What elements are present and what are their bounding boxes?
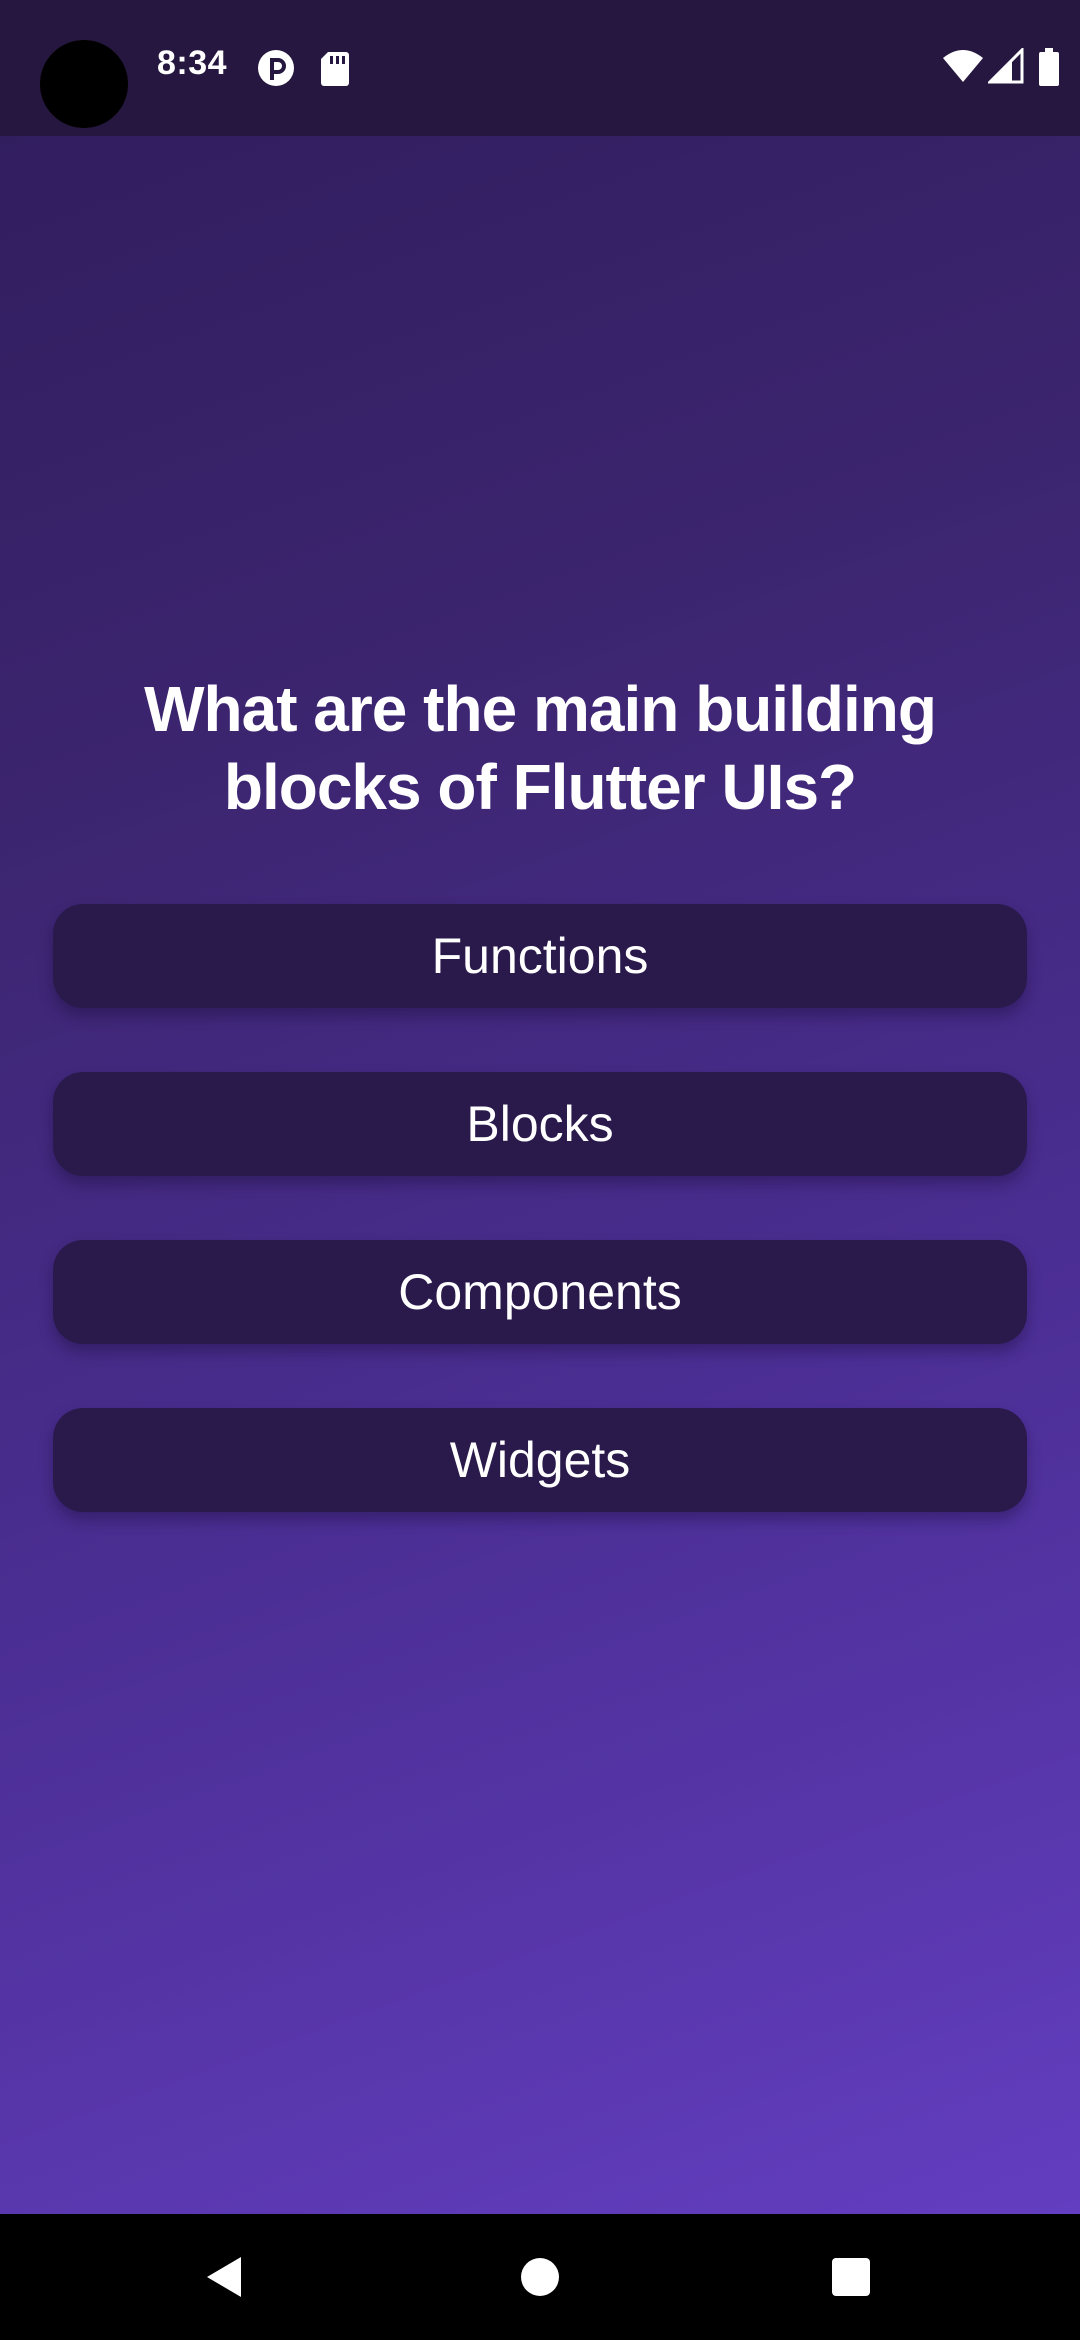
back-icon: [205, 2255, 245, 2304]
quiz-screen: 8:34 What are the main building blocks o…: [0, 0, 1080, 2340]
navigation-bar: [0, 2214, 1080, 2340]
answer-button-components[interactable]: Components: [53, 1240, 1027, 1344]
answer-button-blocks[interactable]: Blocks: [53, 1072, 1027, 1176]
question-text: What are the main building blocks of Flu…: [144, 673, 937, 823]
sd-card-icon: [318, 48, 352, 88]
battery-icon: [1038, 48, 1060, 88]
answer-button-functions[interactable]: Functions: [53, 904, 1027, 1008]
pocket-casts-icon: [256, 48, 296, 88]
status-time: 8:34: [157, 44, 228, 82]
recents-button[interactable]: [816, 2244, 886, 2314]
home-button[interactable]: [505, 2244, 575, 2314]
home-icon: [520, 2257, 560, 2302]
answer-button-widgets[interactable]: Widgets: [53, 1408, 1027, 1512]
camera-cutout: [40, 40, 128, 128]
status-bar: 8:34: [0, 0, 1080, 136]
wifi-icon: [942, 48, 984, 88]
recents-icon: [831, 2257, 871, 2302]
back-button[interactable]: [190, 2244, 260, 2314]
signal-icon: [988, 48, 1024, 88]
